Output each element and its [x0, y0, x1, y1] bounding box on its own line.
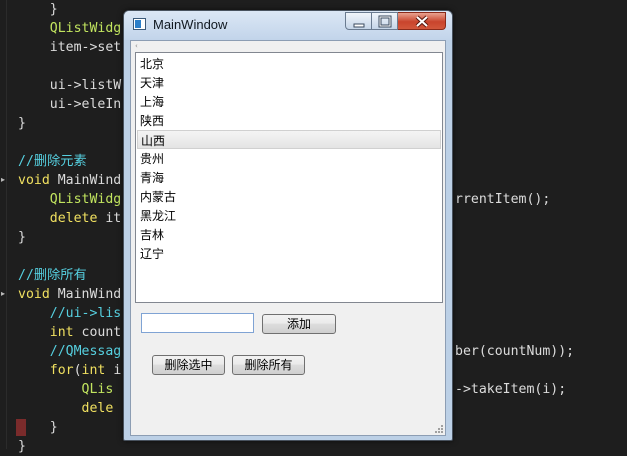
code-fragment: ber(countNum)); — [455, 344, 575, 359]
list-item-label: 青海 — [140, 171, 165, 185]
code-line: item->set — [49, 40, 122, 55]
code-line: QListWidg — [49, 192, 122, 207]
code-line: QListWidg — [49, 21, 122, 36]
code-line: } — [18, 116, 26, 131]
window-client-area: ‹ 北京天津上海陕西山西贵州青海内蒙古黑龙江吉林辽宁 添加 删除选中 删除所有 — [130, 40, 446, 436]
close-button[interactable] — [398, 12, 446, 30]
resize-grip-icon[interactable] — [434, 424, 444, 434]
code-fragment: rrentItem(); — [455, 192, 551, 207]
list-item-label: 吉林 — [140, 228, 165, 242]
toolbar-handle[interactable]: ‹ — [135, 42, 138, 50]
code-line: //QMessag — [18, 344, 122, 359]
list-item-label: 贵州 — [140, 152, 165, 166]
list-item[interactable]: 山西 — [137, 130, 441, 149]
main-window: MainWindow ‹ 北京天津上海陕西山西贵州青海内蒙古黑龙江吉林辽宁 添加… — [123, 10, 453, 441]
list-item[interactable]: 北京 — [137, 54, 441, 73]
code-line: QLis — [81, 382, 114, 397]
editor-gutter — [6, 0, 7, 449]
code-line: ui->listW — [49, 78, 122, 93]
code-line: //删除元素 — [18, 154, 87, 169]
list-item-label: 北京 — [140, 57, 165, 71]
list-item[interactable]: 上海 — [137, 92, 441, 111]
app-window-icon — [133, 18, 146, 30]
maximize-button[interactable] — [372, 12, 398, 30]
close-icon — [415, 15, 429, 28]
code-line: dele — [81, 401, 114, 416]
list-item-label: 陕西 — [140, 114, 165, 128]
delete-selected-button[interactable]: 删除选中 — [152, 355, 225, 375]
code-line: //删除所有 — [18, 268, 87, 283]
list-item-label: 黑龙江 — [140, 209, 177, 223]
list-item-label: 上海 — [140, 95, 165, 109]
title-bar[interactable]: MainWindow — [124, 11, 452, 40]
minimize-icon — [353, 23, 365, 28]
list-item[interactable]: 贵州 — [137, 149, 441, 168]
code-line: void MainWind — [18, 173, 122, 188]
list-item[interactable]: 黑龙江 — [137, 206, 441, 225]
code-fragment: ->takeItem(i); — [455, 382, 567, 397]
list-item-label: 山西 — [141, 134, 166, 148]
code-line: } — [49, 420, 58, 435]
fold-marker-icon[interactable]: ▸ — [1, 289, 6, 299]
code-line: } — [18, 230, 26, 245]
item-input[interactable] — [141, 313, 254, 333]
minimize-button[interactable] — [345, 12, 372, 30]
list-item[interactable]: 天津 — [137, 73, 441, 92]
code-line: for(int i — [49, 363, 122, 378]
list-item-label: 内蒙古 — [140, 190, 177, 204]
province-list[interactable]: 北京天津上海陕西山西贵州青海内蒙古黑龙江吉林辽宁 — [135, 52, 443, 303]
code-line: ui->eleIn — [49, 97, 122, 112]
maximize-icon — [378, 15, 392, 28]
code-line: } — [49, 2, 58, 17]
list-item[interactable]: 吉林 — [137, 225, 441, 244]
list-item[interactable]: 辽宁 — [137, 244, 441, 263]
code-line: delete it — [49, 211, 122, 226]
add-button[interactable]: 添加 — [262, 314, 336, 334]
list-item[interactable]: 陕西 — [137, 111, 441, 130]
code-line: int count — [49, 325, 122, 340]
list-item[interactable]: 内蒙古 — [137, 187, 441, 206]
code-line: //ui->lis — [18, 306, 122, 321]
window-title: MainWindow — [153, 17, 228, 32]
list-item[interactable]: 青海 — [137, 168, 441, 187]
list-item-label: 辽宁 — [140, 247, 165, 261]
list-item-label: 天津 — [140, 76, 165, 90]
code-line: void MainWind — [18, 287, 122, 302]
code-line: } — [18, 439, 26, 454]
fold-marker-icon[interactable]: ▸ — [1, 175, 6, 185]
delete-all-button[interactable]: 删除所有 — [232, 355, 305, 375]
